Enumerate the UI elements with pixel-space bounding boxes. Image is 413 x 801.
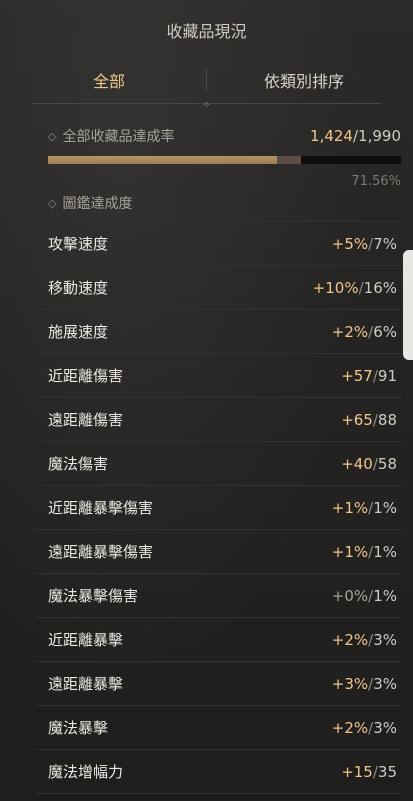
progress-fill-secondary [276,156,301,164]
collection-progress-bar [48,156,401,164]
stat-name: 魔法傷害 [48,455,109,473]
stat-value: +2%/3% [332,631,401,649]
list-item: 近距離傷害 +57/91 [36,354,401,398]
stat-name: 遠距離傷害 [48,411,124,429]
stat-value: +5%/7% [332,235,401,253]
stat-name: 近距離傷害 [48,367,124,385]
stat-current: +10% [312,278,359,297]
stat-max: 35 [377,762,397,781]
stat-value: +57/91 [341,367,401,385]
list-item: 施展速度 +2%/6% [36,310,401,354]
collection-ratio: 1,424/1,990 [310,127,401,145]
list-item: 近距離暴擊傷害 +1%/1% [36,486,401,530]
collection-percent: 71.56% [351,174,401,189]
list-item: 魔法增幅力 +15/35 [36,750,401,794]
list-item: 移動速度 +10%/16% [36,266,401,310]
stat-current: +0% [331,586,369,605]
codex-rate-row: ◇ 圖鑑達成度 [48,193,401,213]
stat-current: +2% [331,718,369,737]
stat-value: +40/58 [341,455,401,473]
list-item: 魔法暴擊 +2%/3% [36,706,401,750]
list-item: 魔法暴擊傷害 +0%/1% [36,574,401,618]
list-item: 魔法傷害 +40/58 [36,442,401,486]
stat-value: +2%/6% [332,323,401,341]
stat-value: +1%/1% [332,543,401,561]
scrollbar[interactable] [403,250,413,360]
stat-current: +65 [341,410,373,429]
list-item: 遠距離暴擊傷害 +1%/1% [36,530,401,574]
stat-value: +2%/3% [332,719,401,737]
stat-max: 1% [373,498,397,517]
list-item: 攻擊速度 +5%/7% [36,221,401,266]
progress-fill [48,156,277,164]
collection-rate-label: 全部收藏品達成率 [62,129,175,145]
stat-max: 3% [373,630,397,649]
stat-value: +15/35 [341,763,401,781]
tab-all[interactable]: 全部 [12,68,206,92]
stat-name: 魔法暴擊 [48,719,109,737]
collection-total: 1,990 [358,127,401,145]
collection-panel: 收藏品現況 全部 依類別排序 ⟡ ◇ 全部收藏品達成率 1,424/1,990 … [0,0,413,801]
stat-max: 6% [373,322,397,341]
stat-name: 魔法增幅力 [48,763,124,781]
stat-current: +40 [341,454,373,473]
stat-name: 魔法暴擊傷害 [48,587,139,605]
stat-max: 88 [377,410,397,429]
stat-name: 移動速度 [48,279,109,297]
stat-current: +5% [331,234,369,253]
stat-max: 3% [373,674,397,693]
stat-name: 近距離暴擊傷害 [48,499,154,517]
stat-current: +57 [341,366,373,385]
ornament-icon: ⟡ [203,99,210,110]
diamond-icon: ◇ [48,196,57,210]
stat-current: +2% [331,630,369,649]
stat-current: +3% [331,674,369,693]
list-item: 近距離暴擊 +2%/3% [36,618,401,662]
stat-name: 攻擊速度 [48,235,109,253]
stat-name: 遠距離暴擊傷害 [48,543,154,561]
tab-by-category[interactable]: 依類別排序 [207,68,401,92]
panel-header: 收藏品現況 [0,0,413,60]
stat-value: +65/88 [341,411,401,429]
stat-value: +1%/1% [332,499,401,517]
stat-max: 3% [373,718,397,737]
stat-max: 7% [373,234,397,253]
stat-max: 16% [363,278,397,297]
stat-current: +1% [331,498,369,517]
collection-current: 1,424 [310,127,353,145]
list-item: 遠距離傷害 +65/88 [36,398,401,442]
stat-max: 91 [377,366,397,385]
stat-max: 58 [377,454,397,473]
stat-name: 遠距離暴擊 [48,675,124,693]
stat-name: 施展速度 [48,323,109,341]
stat-current: +2% [331,322,369,341]
tab-bar: 全部 依類別排序 ⟡ [12,60,401,110]
stat-max: 1% [373,586,397,605]
stat-value: +0%/1% [332,587,401,605]
stat-value: +10%/16% [313,279,401,297]
diamond-icon: ◇ [48,129,57,143]
stat-list: 攻擊速度 +5%/7% 移動速度 +10%/16% 施展速度 +2%/6% 近距離傷害 +57… [0,221,413,794]
stat-name: 近距離暴擊 [48,631,124,649]
list-item: 遠距離暴擊 +3%/3% [36,662,401,706]
page-title: 收藏品現況 [166,22,247,41]
stat-current: +1% [331,542,369,561]
stat-current: +15 [341,762,373,781]
stat-value: +3%/3% [332,675,401,693]
collection-rate-row: ◇ 全部收藏品達成率 1,424/1,990 [48,126,401,146]
stat-max: 1% [373,542,397,561]
codex-rate-label: 圖鑑達成度 [62,196,133,212]
